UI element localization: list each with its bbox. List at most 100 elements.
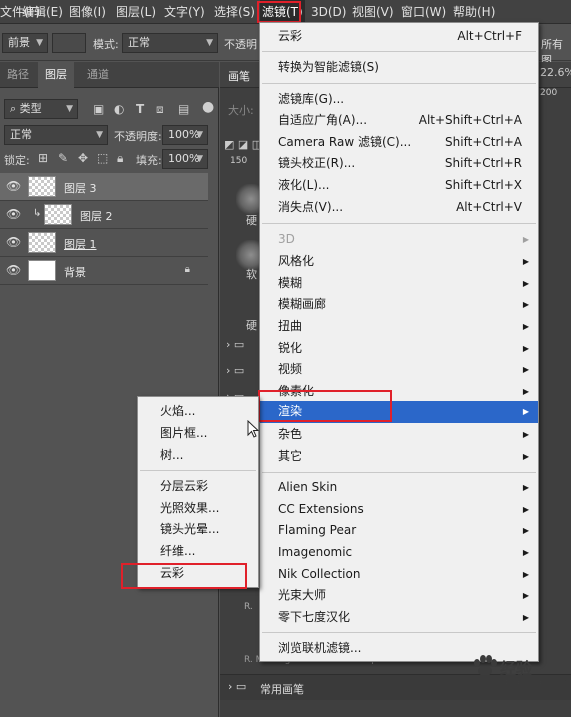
menu-3d[interactable]: 3D(D) bbox=[311, 0, 346, 24]
brush-tool-icons[interactable]: ◩ ◪ ◫ bbox=[224, 138, 262, 151]
tab-paths[interactable]: 路径 bbox=[0, 62, 36, 88]
menu-item-blur-gallery[interactable]: 模糊画廊 ▶ bbox=[260, 294, 538, 315]
menu-separator bbox=[262, 632, 536, 633]
menu-item-camera-raw[interactable]: Camera Raw 滤镜(C)... Shift+Ctrl+A bbox=[260, 132, 538, 153]
menu-item-blur[interactable]: 模糊 ▶ bbox=[260, 273, 538, 294]
submenu-item-fibers[interactable]: 纤维... bbox=[138, 541, 258, 562]
menu-item-clouds-last[interactable]: 云彩 Alt+Ctrl+F bbox=[260, 26, 538, 47]
menu-item-zero-seven[interactable]: 零下七度汉化 ▶ bbox=[260, 607, 538, 628]
eye-icon[interactable]: 👁︎ bbox=[6, 263, 21, 277]
layer-thumbnail bbox=[28, 260, 56, 281]
menu-item-distort[interactable]: 扭曲 ▶ bbox=[260, 316, 538, 337]
tab-layers[interactable]: 图层 bbox=[38, 62, 74, 88]
menu-item-lens-correction[interactable]: 镜头校正(R)... Shift+Ctrl+R bbox=[260, 153, 538, 174]
menu-item-adaptive-wide-angle[interactable]: 自适应广角(A)... Alt+Shift+Ctrl+A bbox=[260, 110, 538, 131]
menu-help[interactable]: 帮助(H) bbox=[453, 0, 495, 24]
layer-row-layer3[interactable]: 👁︎ 图层 3 bbox=[0, 173, 208, 201]
menu-item-sharpen[interactable]: 锐化 ▶ bbox=[260, 338, 538, 359]
lock-artboard-icon[interactable]: ⬚ bbox=[97, 151, 108, 165]
tab-brush[interactable]: 画笔 bbox=[228, 68, 250, 84]
submenu-arrow-icon: ▶ bbox=[522, 570, 529, 579]
submenu-item-flame[interactable]: 火焰... bbox=[138, 401, 258, 422]
pattern-swatch[interactable] bbox=[52, 33, 86, 53]
menu-item-video[interactable]: 视频 ▶ bbox=[260, 359, 538, 380]
filter-toggle-icon[interactable]: ● bbox=[202, 100, 214, 114]
menu-filter[interactable]: 滤镜(T) bbox=[260, 0, 305, 24]
submenu-item-picture-frame[interactable]: 图片框... bbox=[138, 423, 258, 444]
mode-label: 模式: bbox=[93, 38, 119, 51]
layer-row-layer2[interactable]: 👁︎ ↳ 图层 2 bbox=[0, 201, 208, 229]
lock-all-icon[interactable]: 🔒︎ bbox=[117, 151, 123, 165]
brush-preset-soft[interactable]: 软 bbox=[246, 266, 257, 282]
submenu-arrow-icon: ▶ bbox=[522, 505, 529, 514]
type-filter-icon[interactable]: T bbox=[136, 102, 144, 116]
submenu-arrow-icon: ▶ bbox=[522, 613, 529, 622]
opacity-value: 100% bbox=[168, 128, 200, 141]
blend-mode-value: 正常 bbox=[10, 128, 32, 141]
folder-row[interactable]: › ▭ bbox=[226, 364, 244, 377]
tab-channels[interactable]: 通道 bbox=[80, 62, 116, 88]
eye-icon[interactable]: 👁︎ bbox=[6, 235, 21, 249]
menu-item-vanishing-point[interactable]: 消失点(V)... Alt+Ctrl+V bbox=[260, 197, 538, 218]
layer-row-layer1[interactable]: 👁︎ 图层 1 bbox=[0, 229, 208, 257]
menu-item-cc-extensions[interactable]: CC Extensions ▶ bbox=[260, 499, 538, 520]
layer-thumbnail bbox=[28, 176, 56, 197]
menu-edit[interactable]: 编辑(E) bbox=[22, 0, 63, 24]
lock-transparent-icon[interactable]: ⊞ bbox=[38, 151, 48, 165]
submenu-item-lens-flare[interactable]: 镜头光晕... bbox=[138, 519, 258, 540]
menu-layer[interactable]: 图层(L) bbox=[116, 0, 156, 24]
menu-item-noise[interactable]: 杂色 ▶ bbox=[260, 424, 538, 445]
submenu-arrow-icon: ▶ bbox=[522, 407, 529, 416]
menu-select[interactable]: 选择(S) bbox=[214, 0, 255, 24]
adjustment-filter-icon[interactable]: ◐ bbox=[114, 102, 124, 116]
submenu-item-lighting-effects[interactable]: 光照效果... bbox=[138, 498, 258, 519]
submenu-item-clouds[interactable]: 云彩 bbox=[138, 563, 258, 584]
watermark-brand: 经验 bbox=[500, 659, 533, 678]
brush-preset-hard2[interactable]: 硬 bbox=[246, 317, 257, 333]
lock-position-icon[interactable]: ✥ bbox=[78, 151, 88, 165]
eye-icon[interactable]: 👁︎ bbox=[6, 207, 21, 221]
layer-filter-value: 类型 bbox=[19, 102, 42, 115]
menu-item-render[interactable]: 渲染 ▶ bbox=[260, 401, 538, 423]
menu-item-liquify[interactable]: 液化(L)... Shift+Ctrl+X bbox=[260, 175, 538, 196]
menu-image[interactable]: 图像(I) bbox=[69, 0, 106, 24]
menu-item-flaming-pear[interactable]: Flaming Pear ▶ bbox=[260, 520, 538, 541]
paw-logo-icon bbox=[474, 655, 497, 676]
opacity-label: 不透明 bbox=[224, 38, 257, 51]
menu-item-alien-skin[interactable]: Alien Skin ▶ bbox=[260, 477, 538, 498]
submenu-arrow-icon: ▶ bbox=[522, 548, 529, 557]
menu-item-convert-smart-filter[interactable]: 转换为智能滤镜(S) bbox=[260, 57, 538, 78]
preset-select[interactable]: 前景 ▼ bbox=[2, 33, 48, 53]
blend-mode-select[interactable]: 正常 ▼ bbox=[4, 125, 108, 145]
layer-row-background[interactable]: 👁︎ 背景 🔒︎ bbox=[0, 257, 208, 285]
menu-type[interactable]: 文字(Y) bbox=[164, 0, 205, 24]
watermark: 经验 jingyan.baidu.com bbox=[468, 653, 571, 693]
menu-window[interactable]: 窗口(W) bbox=[401, 0, 446, 24]
submenu-item-difference-clouds[interactable]: 分层云彩 bbox=[138, 476, 258, 497]
lock-pixels-brush-icon[interactable]: ✎ bbox=[58, 151, 68, 165]
layer-filter-select[interactable]: ⌕ 类型 ▼ bbox=[4, 99, 78, 119]
menu-item-light-master[interactable]: 光束大师 ▶ bbox=[260, 585, 538, 606]
menu-item-filter-gallery[interactable]: 滤镜库(G)... bbox=[260, 89, 538, 110]
menu-item-other[interactable]: 其它 ▶ bbox=[260, 446, 538, 467]
menu-item-pixelate[interactable]: 像素化 ▶ bbox=[260, 381, 538, 402]
chevron-down-icon: ▼ bbox=[206, 38, 213, 48]
menu-item-stylize[interactable]: 风格化 ▶ bbox=[260, 251, 538, 272]
submenu-arrow-icon: ▶ bbox=[522, 452, 529, 461]
shape-filter-icon[interactable]: ⧈ bbox=[156, 102, 164, 116]
ruler-mark: 200 bbox=[540, 88, 558, 98]
fill-input[interactable]: 100% ▼ bbox=[162, 149, 208, 169]
menu-item-nik-collection[interactable]: Nik Collection ▶ bbox=[260, 564, 538, 585]
brush-preset-hard[interactable]: 硬 bbox=[246, 212, 257, 228]
submenu-item-tree[interactable]: 树... bbox=[138, 445, 258, 466]
pixel-filter-icon[interactable]: ▣ bbox=[93, 102, 104, 116]
smart-object-filter-icon[interactable]: ▤ bbox=[178, 102, 189, 116]
menu-view[interactable]: 视图(V) bbox=[352, 0, 394, 24]
eye-icon[interactable]: 👁︎ bbox=[6, 179, 21, 193]
mode-select[interactable]: 正常 ▼ bbox=[122, 33, 218, 53]
fill-label: 填充: bbox=[136, 154, 162, 167]
folder-icon: › ▭ bbox=[228, 680, 247, 693]
opacity-input[interactable]: 100% ▼ bbox=[162, 125, 208, 145]
menu-item-imagenomic[interactable]: Imagenomic ▶ bbox=[260, 542, 538, 563]
folder-row[interactable]: › ▭ bbox=[226, 338, 244, 351]
